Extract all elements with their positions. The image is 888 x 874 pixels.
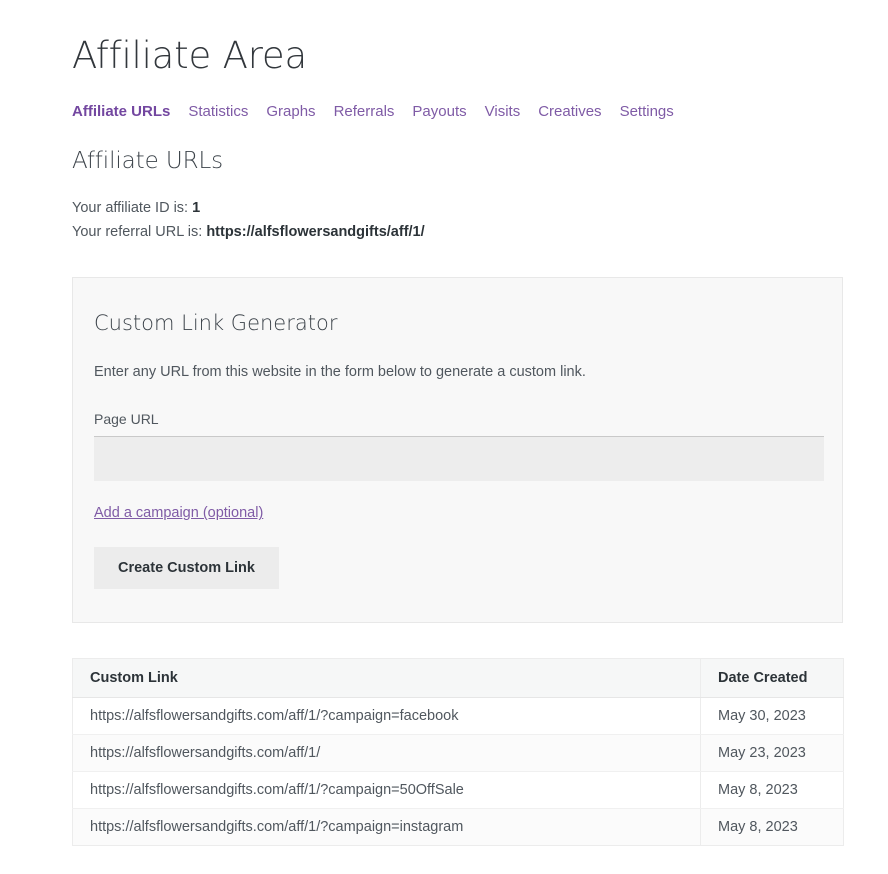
table-row: https://alfsflowersandgifts.com/aff/1/?c… — [72, 697, 844, 736]
page-url-label: Page URL — [94, 411, 159, 428]
affiliate-area-page: Affiliate Area Affiliate URLs Statistics… — [0, 0, 888, 847]
cell-custom-link: https://alfsflowersandgifts.com/aff/1/?c… — [72, 697, 701, 736]
nav-tab-settings[interactable]: Settings — [620, 103, 674, 120]
cell-date-created: May 30, 2023 — [700, 697, 844, 736]
nav-tab-graphs[interactable]: Graphs — [266, 103, 315, 120]
affiliate-id-label: Your affiliate ID is: — [72, 200, 189, 217]
create-custom-link-button[interactable]: Create Custom Link — [94, 547, 279, 590]
affiliate-nav-tabs: Affiliate URLs Statistics Graphs Referra… — [72, 103, 888, 120]
affiliate-id-value: 1 — [192, 200, 201, 217]
cell-date-created: May 8, 2023 — [700, 771, 844, 810]
custom-link-generator-panel: Custom Link Generator Enter any URL from… — [72, 277, 843, 624]
nav-tab-creatives[interactable]: Creatives — [538, 103, 601, 120]
referral-url-label: Your referral URL is: — [72, 224, 203, 241]
cell-custom-link: https://alfsflowersandgifts.com/aff/1/?c… — [72, 771, 701, 810]
add-campaign-link[interactable]: Add a campaign (optional) — [94, 505, 263, 521]
column-header-custom-link: Custom Link — [72, 658, 701, 699]
page-url-input[interactable] — [94, 436, 824, 482]
cell-custom-link: https://alfsflowersandgifts.com/aff/1/ — [72, 734, 701, 773]
generator-title: Custom Link Generator — [94, 311, 338, 336]
affiliate-id-line: Your affiliate ID is: 1 — [72, 197, 888, 221]
cell-date-created: May 23, 2023 — [700, 734, 844, 773]
nav-tab-referrals[interactable]: Referrals — [334, 103, 395, 120]
column-header-date-created: Date Created — [700, 658, 844, 699]
table-row: https://alfsflowersandgifts.com/aff/1/?c… — [72, 771, 844, 810]
nav-tab-statistics[interactable]: Statistics — [188, 103, 248, 120]
generator-description: Enter any URL from this website in the f… — [94, 364, 586, 381]
page-title: Affiliate Area — [72, 34, 307, 77]
cell-custom-link: https://alfsflowersandgifts.com/aff/1/?c… — [72, 808, 701, 846]
referral-url-line: Your referral URL is: https://alfsflower… — [72, 221, 888, 245]
affiliate-info-block: Your affiliate ID is: 1 Your referral UR… — [72, 197, 888, 245]
referral-url-value: https://alfsflowersandgifts/aff/1/ — [206, 224, 425, 241]
table-header-row: Custom Link Date Created — [72, 658, 844, 699]
table-row: https://alfsflowersandgifts.com/aff/1/ M… — [72, 734, 844, 773]
table-row: https://alfsflowersandgifts.com/aff/1/?c… — [72, 808, 844, 846]
custom-links-table: Custom Link Date Created https://alfsflo… — [72, 658, 844, 847]
nav-tab-affiliate-urls[interactable]: Affiliate URLs — [72, 103, 170, 120]
nav-tab-payouts[interactable]: Payouts — [412, 103, 466, 120]
table-body: https://alfsflowersandgifts.com/aff/1/?c… — [72, 697, 844, 846]
nav-tab-visits[interactable]: Visits — [485, 103, 521, 120]
section-heading: Affiliate URLs — [72, 148, 224, 175]
table-head: Custom Link Date Created — [72, 658, 844, 699]
cell-date-created: May 8, 2023 — [700, 808, 844, 846]
